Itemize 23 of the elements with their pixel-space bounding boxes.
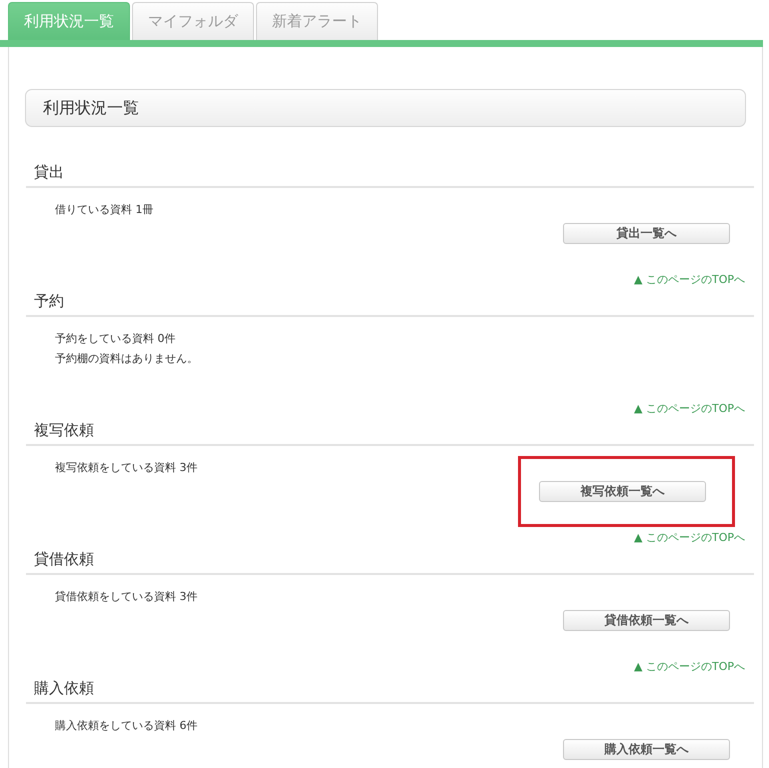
page-top-link[interactable]: ▲ このページのTOPへ (634, 401, 745, 421)
section-heading: 貸借依頼 (26, 550, 754, 575)
status-text: 購入依頼をしている資料 6件 (55, 718, 198, 734)
tab[interactable]: 新着アラート (256, 2, 378, 40)
page-title-bar: 利用状況一覧 (25, 89, 746, 127)
status-text: 予約棚の資料はありません。 (55, 351, 198, 367)
section-heading: 購入依頼 (26, 679, 754, 704)
status-text: 予約をしている資料 0件 (55, 331, 176, 347)
page-top-link[interactable]: ▲ このページのTOPへ (634, 530, 745, 550)
list-button[interactable]: 購入依頼一覧へ (563, 739, 730, 760)
status-text: 複写依頼をしている資料 3件 (55, 460, 198, 476)
page-top-link[interactable]: ▲ このページのTOPへ (634, 272, 745, 292)
section-heading: 予約 (26, 292, 754, 317)
tab[interactable]: 利用状況一覧 (8, 2, 130, 40)
section-heading: 複写依頼 (26, 421, 754, 446)
page-top-link[interactable]: ▲ このページのTOPへ (634, 659, 745, 679)
status-text: 貸借依頼をしている資料 3件 (55, 589, 198, 605)
list-button[interactable]: 貸出一覧へ (563, 223, 730, 244)
list-button[interactable]: 貸借依頼一覧へ (563, 610, 730, 631)
tab[interactable]: マイフォルダ (132, 2, 254, 40)
list-button[interactable]: 複写依頼一覧へ (539, 481, 706, 502)
status-text: 借りている資料 1冊 (55, 202, 154, 218)
section-heading: 貸出 (26, 163, 754, 188)
